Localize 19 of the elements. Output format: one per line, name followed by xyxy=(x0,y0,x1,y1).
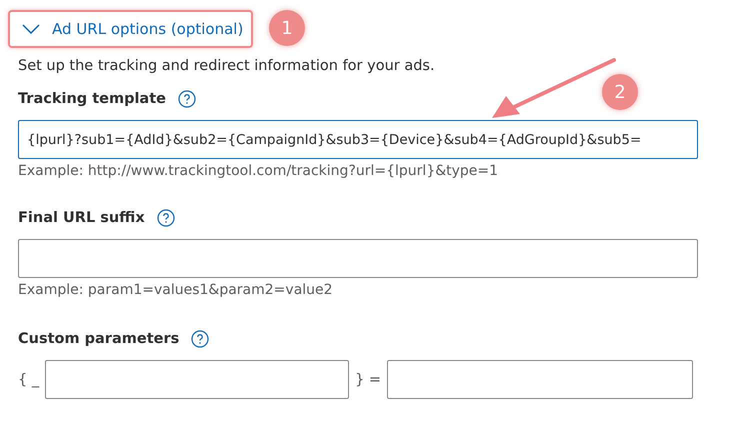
parameter-name-field[interactable] xyxy=(45,360,350,399)
field-label: Custom parameters xyxy=(18,331,180,347)
tracking-template-field[interactable]: {lpurl}?sub1={AdId}&sub2={CampaignId}&sub3={Device}&sub4={AdGroupId}&sub5= xyxy=(18,120,698,159)
equals-symbol: } = xyxy=(355,372,382,388)
help-icon[interactable] xyxy=(178,90,196,108)
brace-symbol: { _ xyxy=(18,372,40,388)
help-icon[interactable] xyxy=(156,209,175,227)
example-text: Example: param1=values1&param2=value2 xyxy=(18,282,334,298)
step-badge: 2 xyxy=(602,74,638,110)
step-badge: 1 xyxy=(269,10,305,46)
parameter-value-field[interactable] xyxy=(387,360,694,399)
field-label: Tracking template xyxy=(18,91,166,107)
field-label: Final URL suffix xyxy=(18,210,145,226)
example-text: Example: http://www.trackingtool.com/tracking?url={lpurl}&type=1 xyxy=(18,163,500,179)
chevron-icon xyxy=(22,24,40,34)
final-url-suffix-field[interactable] xyxy=(18,239,698,278)
section-description: Set up the tracking and redirect information for your ads. xyxy=(18,58,436,74)
section-toggle[interactable]: Ad URL options (optional) xyxy=(8,10,254,48)
help-icon[interactable] xyxy=(191,330,210,348)
